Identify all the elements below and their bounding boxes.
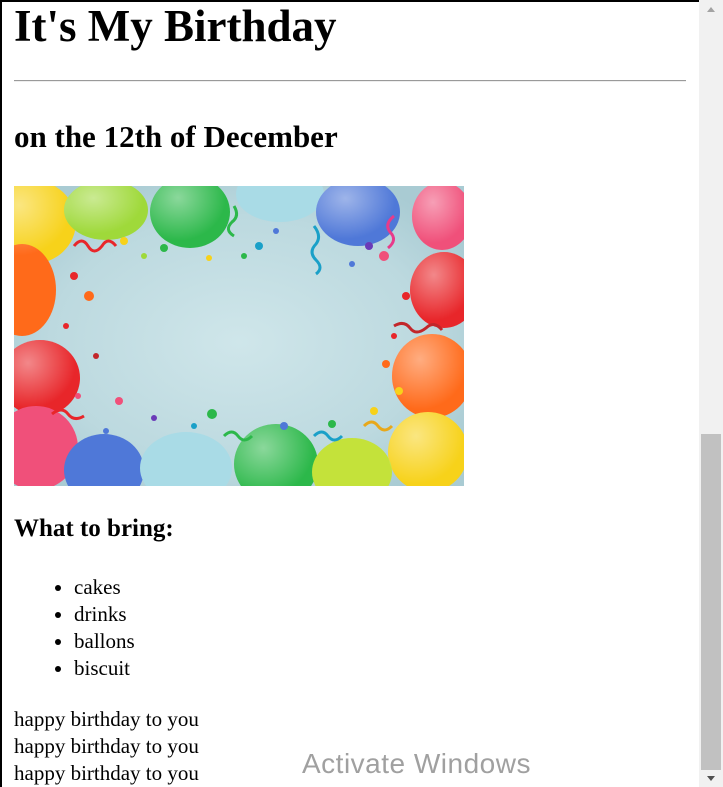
scrollbar-thumb[interactable] (701, 434, 721, 770)
song-line: happy birthday to you (14, 707, 199, 731)
scroll-down-arrow-icon[interactable] (699, 772, 723, 787)
activate-windows-watermark: Activate Windows (302, 748, 531, 779)
list-item: ballons (74, 628, 135, 655)
section-heading-what-to-bring: What to bring: (14, 515, 174, 542)
list-item: drinks (74, 601, 135, 628)
page-title: It's My Birthday (14, 1, 337, 51)
list-item: biscuit (74, 655, 135, 682)
song-line: happy birthday to you (14, 734, 199, 758)
song-line: happy birthday to you (14, 761, 199, 785)
horizontal-rule (14, 80, 686, 82)
scroll-up-arrow-icon[interactable] (699, 0, 723, 20)
song-lyrics: happy birthday to you happy birthday to … (14, 706, 199, 787)
vertical-scrollbar[interactable] (699, 0, 723, 787)
browser-viewport: It's My Birthday on the 12th of December (0, 0, 699, 787)
bring-list: cakes drinks ballons biscuit (14, 574, 135, 682)
birthday-balloons-image (14, 186, 464, 486)
list-item: cakes (74, 574, 135, 601)
page-subtitle: on the 12th of December (14, 119, 338, 154)
